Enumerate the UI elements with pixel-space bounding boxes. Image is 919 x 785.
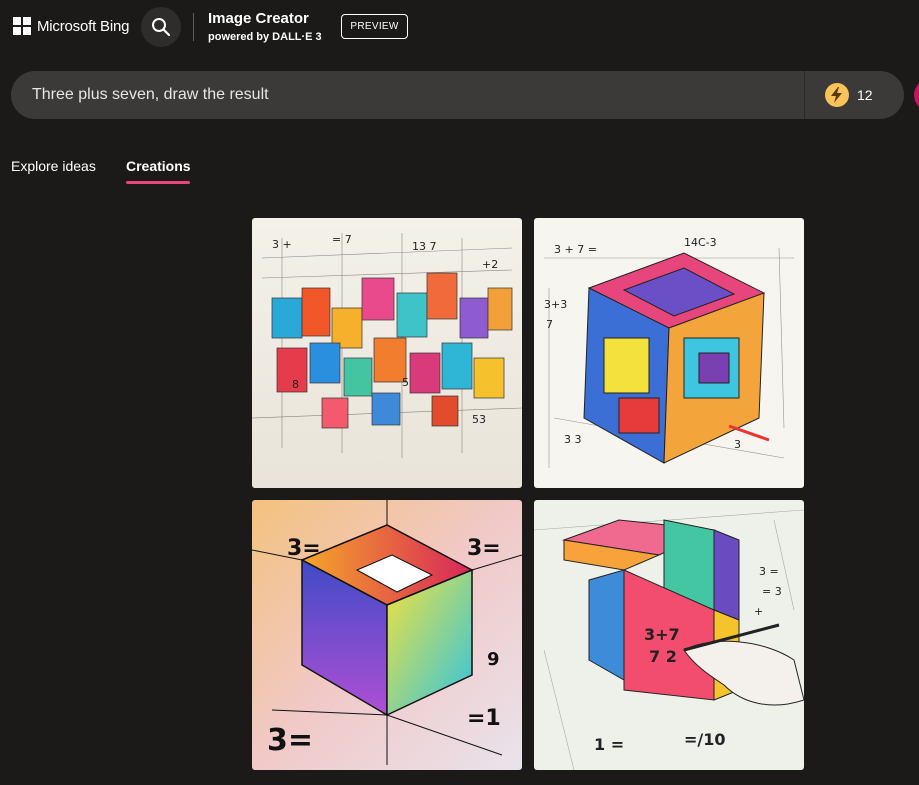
preview-badge: PREVIEW — [341, 14, 408, 39]
svg-text:3=: 3= — [467, 536, 501, 561]
boost-count: 12 — [857, 87, 873, 103]
svg-text:3=: 3= — [267, 723, 313, 758]
svg-text:14C-3: 14C-3 — [684, 236, 717, 249]
image-thumbnail: 3= 3= 3= 9 =1 — [252, 500, 522, 770]
page-title[interactable]: Image Creator — [208, 10, 309, 27]
svg-text:1 =: 1 = — [594, 735, 624, 754]
svg-text:+: + — [754, 605, 763, 618]
image-thumbnail: 3 + 7 = 14C-3 3+3 7 3 3 3 — [534, 218, 804, 488]
svg-text:9: 9 — [487, 649, 500, 670]
svg-text:3: 3 — [734, 438, 741, 451]
generated-image-1[interactable]: 3 + = 7 13 7 +2 8 5 53 — [252, 218, 522, 488]
powered-by-label: powered by DALL·E 3 — [208, 31, 322, 43]
avatar[interactable] — [914, 79, 919, 111]
svg-text:53: 53 — [472, 413, 486, 426]
svg-text:= 7: = 7 — [332, 233, 352, 246]
svg-text:3+3: 3+3 — [544, 298, 567, 311]
tab-creations[interactable]: Creations — [126, 158, 191, 174]
generated-image-2[interactable]: 3 + 7 = 14C-3 3+3 7 3 3 3 — [534, 218, 804, 488]
prompt-input[interactable] — [32, 71, 792, 119]
microsoft-logo-icon — [13, 17, 31, 35]
prompt-bar: 12 — [11, 71, 904, 119]
lightning-bolt-icon — [825, 83, 849, 107]
svg-text:3 =: 3 = — [759, 565, 779, 578]
svg-text:=/10: =/10 — [684, 730, 726, 749]
generated-image-3[interactable]: 3= 3= 3= 9 =1 — [252, 500, 522, 770]
svg-text:3 3: 3 3 — [564, 433, 582, 446]
boost-counter[interactable]: 12 — [825, 83, 873, 107]
svg-text:3 + 7 =: 3 + 7 = — [554, 243, 597, 256]
svg-text:5: 5 — [402, 376, 409, 389]
svg-text:3+7: 3+7 — [644, 625, 680, 644]
image-thumbnail: 3+7 7 2 1 = =/10 3 = = 3 + — [534, 500, 804, 770]
bing-logo[interactable]: Microsoft Bing — [13, 17, 129, 35]
svg-text:+2: +2 — [482, 258, 498, 271]
generated-image-4[interactable]: 3+7 7 2 1 = =/10 3 = = 3 + — [534, 500, 804, 770]
tab-explore-ideas[interactable]: Explore ideas — [11, 158, 96, 174]
svg-text:7: 7 — [546, 318, 553, 331]
header: Microsoft Bing Image Creator powered by … — [0, 0, 919, 56]
svg-text:3 +: 3 + — [272, 238, 292, 251]
image-thumbnail: 3 + = 7 13 7 +2 8 5 53 — [252, 218, 522, 488]
svg-text:3=: 3= — [287, 536, 321, 561]
search-button[interactable] — [141, 7, 181, 47]
svg-text:7 2: 7 2 — [649, 647, 677, 666]
svg-text:=1: =1 — [467, 706, 501, 731]
svg-text:8: 8 — [292, 378, 299, 391]
header-divider — [193, 13, 194, 41]
search-icon — [152, 18, 171, 37]
prompt-divider — [804, 71, 805, 119]
svg-text:= 3: = 3 — [762, 585, 782, 598]
active-tab-indicator — [126, 181, 190, 184]
svg-text:13 7: 13 7 — [412, 240, 437, 253]
logo-text: Microsoft Bing — [37, 17, 130, 35]
